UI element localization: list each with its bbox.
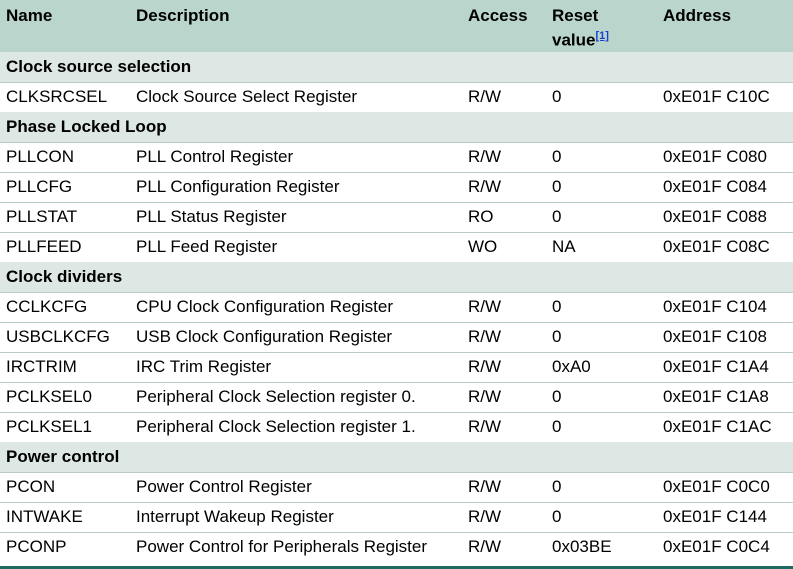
register-name: CCLKCFG bbox=[6, 297, 88, 316]
table-row: CLKSRCSEL Clock Source Select Register R/W… bbox=[0, 82, 793, 112]
header-description: Description bbox=[136, 6, 230, 25]
register-description: Interrupt Wakeup Register bbox=[136, 507, 334, 526]
register-reset-value: 0 bbox=[552, 207, 562, 226]
register-name: PLLCFG bbox=[6, 177, 73, 196]
register-access: WO bbox=[468, 237, 498, 256]
register-address: 0xE01F C080 bbox=[663, 147, 767, 166]
register-access: R/W bbox=[468, 537, 502, 556]
register-access: R/W bbox=[468, 327, 502, 346]
register-reset-value: 0 bbox=[552, 177, 562, 196]
register-name: PCLKSEL1 bbox=[6, 417, 92, 436]
register-description: IRC Trim Register bbox=[136, 357, 272, 376]
table-row: PLLCFG PLL Configuration Register R/W 0 0xE0… bbox=[0, 172, 793, 202]
register-reset-value: 0 bbox=[552, 387, 562, 406]
footnote-link[interactable]: [1] bbox=[595, 30, 608, 42]
register-access: R/W bbox=[468, 87, 502, 106]
register-access: RO bbox=[468, 207, 494, 226]
header-access: Access bbox=[468, 6, 528, 25]
table-row: PLLFEED PLL Feed Register WO NA 0xE01F C08C bbox=[0, 232, 793, 262]
register-access: R/W bbox=[468, 417, 502, 436]
table-row: PCONP Power Control for Peripherals Regis… bbox=[0, 532, 793, 562]
register-address: 0xE01F C1AC bbox=[663, 417, 772, 436]
table-row: PCON Power Control Register R/W 0 0xE01F C0C… bbox=[0, 472, 793, 502]
register-reset-value: 0 bbox=[552, 477, 562, 496]
register-name: PCON bbox=[6, 477, 56, 496]
register-address: 0xE01F C1A4 bbox=[663, 357, 769, 376]
register-address: 0xE01F C0C4 bbox=[663, 537, 770, 556]
register-address: 0xE01F C1A8 bbox=[663, 387, 769, 406]
register-table: Name Description Access Reset value[1] A… bbox=[0, 0, 793, 569]
header-reset-line1: Reset bbox=[552, 6, 599, 25]
section-row: Phase Locked Loop bbox=[0, 112, 793, 142]
register-reset-value: 0 bbox=[552, 87, 562, 106]
register-reset-value: 0 bbox=[552, 327, 562, 346]
section-row: Power control bbox=[0, 442, 793, 472]
table-row: PLLCON PLL Control Register R/W 0 0xE01F C08… bbox=[0, 142, 793, 172]
register-description: Peripheral Clock Selection register 1. bbox=[136, 417, 416, 436]
register-address: 0xE01F C08C bbox=[663, 237, 770, 256]
register-access: R/W bbox=[468, 387, 502, 406]
register-reset-value: 0 bbox=[552, 417, 562, 436]
register-name: PLLSTAT bbox=[6, 207, 78, 226]
header-name: Name bbox=[6, 6, 53, 25]
register-reset-value: 0 bbox=[552, 297, 562, 316]
table-row: PCLKSEL1 Peripheral Clock Selection regis… bbox=[0, 412, 793, 442]
register-reset-value: NA bbox=[552, 237, 576, 256]
table-row: USBCLKCFG USB Clock Configuration Registe… bbox=[0, 322, 793, 352]
register-name: PCLKSEL0 bbox=[6, 387, 92, 406]
register-description: PLL Status Register bbox=[136, 207, 287, 226]
register-name: PCONP bbox=[6, 537, 67, 556]
register-address: 0xE01F C104 bbox=[663, 297, 767, 316]
register-name: PLLCON bbox=[6, 147, 75, 166]
register-address: 0xE01F C0C0 bbox=[663, 477, 770, 496]
table-header: Name Description Access Reset value[1] A… bbox=[0, 0, 793, 52]
register-name: CLKSRCSEL bbox=[6, 87, 108, 106]
register-name: USBCLKCFG bbox=[6, 327, 110, 346]
section-row: Clock source selection bbox=[0, 52, 793, 82]
register-access: R/W bbox=[468, 297, 502, 316]
header-address: Address bbox=[663, 6, 732, 25]
register-reset-value: 0 bbox=[552, 147, 562, 166]
register-description: Power Control for Peripherals Register bbox=[136, 537, 428, 556]
register-access: R/W bbox=[468, 507, 502, 526]
table-row: INTWAKE Interrupt Wakeup Register R/W 0 0xE0… bbox=[0, 502, 793, 532]
register-reset-value: 0xA0 bbox=[552, 357, 591, 376]
section-title: Phase Locked Loop bbox=[6, 117, 167, 136]
register-access: R/W bbox=[468, 177, 502, 196]
register-description: PLL Control Register bbox=[136, 147, 294, 166]
register-address: 0xE01F C088 bbox=[663, 207, 767, 226]
register-description: Clock Source Select Register bbox=[136, 87, 358, 106]
table-row: CCLKCFG CPU Clock Configuration Register R… bbox=[0, 292, 793, 322]
register-description: CPU Clock Configuration Register bbox=[136, 297, 393, 316]
register-name: PLLFEED bbox=[6, 237, 82, 256]
register-description: PLL Feed Register bbox=[136, 237, 278, 256]
register-access: R/W bbox=[468, 477, 502, 496]
register-address: 0xE01F C084 bbox=[663, 177, 767, 196]
section-title: Power control bbox=[6, 447, 120, 466]
section-title: Clock source selection bbox=[6, 57, 192, 76]
section-row: Clock dividers bbox=[0, 262, 793, 292]
register-name: INTWAKE bbox=[6, 507, 83, 526]
table-row: IRCTRIM IRC Trim Register R/W 0xA0 0xE01F C1… bbox=[0, 352, 793, 382]
table-row: PCLKSEL0 Peripheral Clock Selection regis… bbox=[0, 382, 793, 412]
register-description: Power Control Register bbox=[136, 477, 312, 496]
section-title: Clock dividers bbox=[6, 267, 123, 286]
register-access: R/W bbox=[468, 357, 502, 376]
register-name: IRCTRIM bbox=[6, 357, 77, 376]
register-address: 0xE01F C144 bbox=[663, 507, 767, 526]
register-reset-value: 0x03BE bbox=[552, 537, 612, 556]
register-description: USB Clock Configuration Register bbox=[136, 327, 393, 346]
register-address: 0xE01F C108 bbox=[663, 327, 767, 346]
header-reset-line2: value bbox=[552, 30, 596, 50]
register-access: R/W bbox=[468, 147, 502, 166]
table-row: PLLSTAT PLL Status Register RO 0 0xE01F C088 bbox=[0, 202, 793, 232]
header-reset-value: Reset value[1] bbox=[552, 6, 609, 51]
register-address: 0xE01F C10C bbox=[663, 87, 770, 106]
register-description: Peripheral Clock Selection register 0. bbox=[136, 387, 416, 406]
register-description: PLL Configuration Register bbox=[136, 177, 340, 196]
register-reset-value: 0 bbox=[552, 507, 562, 526]
